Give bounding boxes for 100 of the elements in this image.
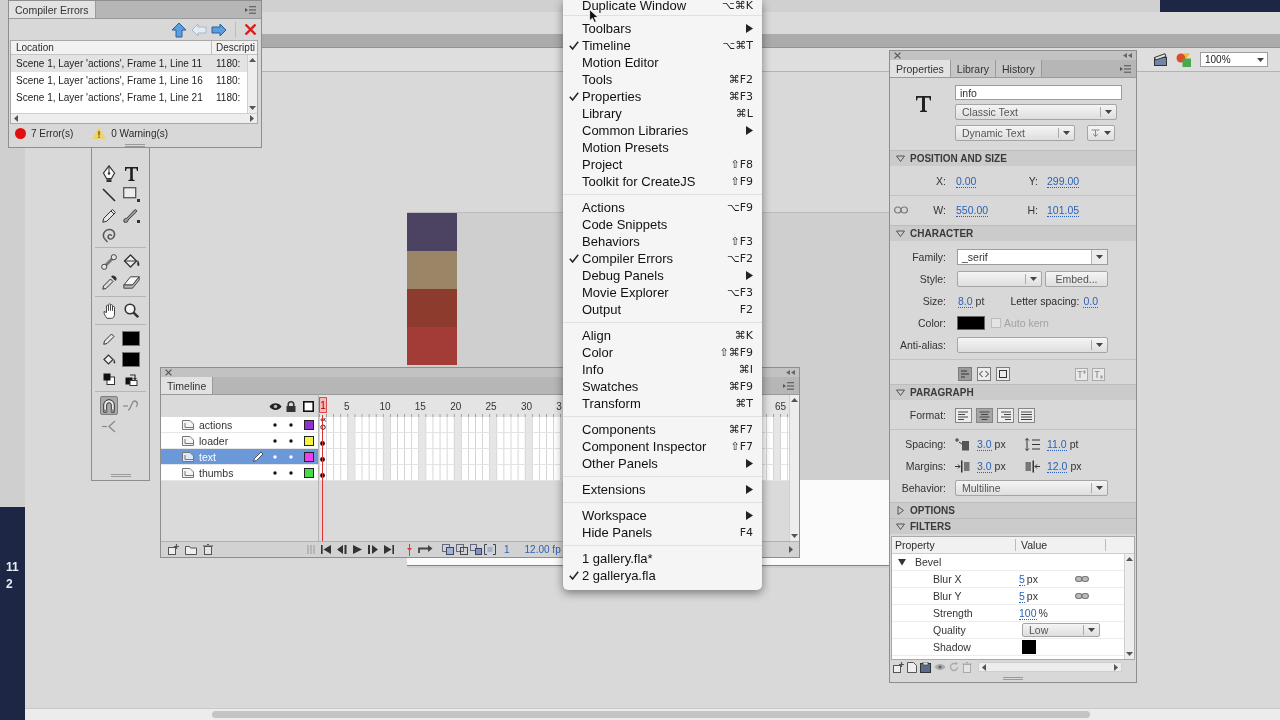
menu-item[interactable]: Component Inspector ⇧F7 xyxy=(563,438,762,455)
justify-icon[interactable] xyxy=(1018,407,1035,423)
close-icon[interactable] xyxy=(165,369,172,376)
text-orientation-dropdown[interactable] xyxy=(1087,125,1115,141)
frame-rate[interactable]: 12.00 fp xyxy=(524,544,561,555)
scrollbar-thumb[interactable] xyxy=(212,711,1090,718)
numeric-value[interactable]: 3.0 xyxy=(977,459,992,473)
section-header[interactable]: POSITION AND SIZE xyxy=(890,150,1136,166)
collapse-icon[interactable] xyxy=(786,370,795,375)
behavior-dropdown[interactable]: Multiline xyxy=(955,480,1108,496)
property-row[interactable]: Shadow xyxy=(892,639,1124,656)
default-colors-icon[interactable] xyxy=(103,373,115,385)
menu-item[interactable]: Extensions xyxy=(563,481,762,498)
magnifier-icon[interactable] xyxy=(123,303,139,318)
loop-icon[interactable] xyxy=(418,545,433,554)
layer-color-square[interactable] xyxy=(304,467,314,478)
numeric-value[interactable]: 0.00 xyxy=(956,174,977,188)
scroll-up-icon[interactable] xyxy=(1126,557,1133,561)
playhead-marker[interactable]: 1 xyxy=(319,397,327,413)
numeric-value[interactable]: 299.00 xyxy=(1047,174,1080,188)
scroll-down-icon[interactable] xyxy=(1126,652,1133,656)
menu-item[interactable]: Swatches ⌘F9 xyxy=(563,378,762,395)
right-margin-icon[interactable] xyxy=(1025,459,1040,473)
property-row[interactable]: Blur Y 5 px xyxy=(892,588,1124,605)
menu-item[interactable]: Compiler Errors ⌥F2 xyxy=(563,250,762,267)
numeric-value[interactable]: 12.0 xyxy=(1047,459,1068,473)
line-spacing-icon[interactable] xyxy=(1025,437,1040,451)
layer-row[interactable]: actions xyxy=(161,417,318,433)
swirl-icon[interactable] xyxy=(101,227,117,243)
dot-icon[interactable] xyxy=(273,438,277,443)
menu-item[interactable]: Info ⌘I xyxy=(563,361,762,378)
bracket-icon[interactable] xyxy=(484,544,496,555)
scroll-right-icon[interactable] xyxy=(789,546,793,553)
align-center-icon[interactable] xyxy=(976,407,993,423)
column-header[interactable]: Descripti xyxy=(216,42,255,53)
menu-item[interactable]: Color ⇧⌘F9 xyxy=(563,344,762,361)
new-page-icon[interactable] xyxy=(893,661,904,673)
scroll-right-icon[interactable] xyxy=(1114,663,1118,671)
grip-icon[interactable] xyxy=(307,545,315,554)
scroll-up-icon[interactable] xyxy=(249,58,256,62)
new-layer-icon[interactable] xyxy=(168,544,179,555)
scroll-left-icon[interactable] xyxy=(14,115,18,122)
dot-icon[interactable] xyxy=(289,422,293,427)
panel-tab[interactable]: Library xyxy=(950,60,996,77)
panel-tab[interactable]: Properties xyxy=(890,60,951,77)
menu-item[interactable]: Properties ⌘F3 xyxy=(563,88,762,105)
column-header[interactable]: Property xyxy=(895,539,935,551)
multi-frame-icon[interactable] xyxy=(470,544,482,555)
column-header[interactable]: Location xyxy=(16,42,54,53)
horizontal-scrollbar[interactable] xyxy=(978,662,1122,672)
pen-icon[interactable] xyxy=(102,165,116,182)
layer-row[interactable]: thumbs xyxy=(161,465,318,481)
column-header[interactable]: Value xyxy=(1021,539,1048,551)
menu-item[interactable]: Duplicate Window ⌥⌘K xyxy=(563,0,762,11)
menu-item[interactable]: Movie Explorer ⌥F3 xyxy=(563,284,762,301)
menu-item[interactable]: 1 gallery.fla* xyxy=(563,550,762,567)
text-tool-icon[interactable] xyxy=(124,166,138,181)
color-swatch[interactable] xyxy=(1022,640,1036,654)
numeric-value[interactable]: 0.0 xyxy=(1083,294,1098,308)
menu-item[interactable]: Toolbars xyxy=(563,20,762,37)
pencil-icon[interactable] xyxy=(101,208,117,223)
panel-menu-icon[interactable] xyxy=(783,381,794,390)
border-icon[interactable] xyxy=(996,367,1010,381)
property-row[interactable]: Quality Low xyxy=(892,622,1124,639)
outline-square-icon[interactable] xyxy=(303,400,314,412)
panel-tab[interactable]: Timeline xyxy=(161,377,214,394)
trash-icon[interactable] xyxy=(203,544,213,555)
page-icon[interactable] xyxy=(907,661,917,673)
eraser-icon[interactable] xyxy=(122,276,140,289)
onion-skin-icon[interactable] xyxy=(442,544,454,555)
scroll-left-icon[interactable] xyxy=(982,663,986,671)
numeric-value[interactable]: 5 xyxy=(1019,589,1025,603)
panel-tab[interactable]: Compiler Errors xyxy=(9,1,96,18)
panel-menu-icon[interactable] xyxy=(245,5,256,14)
resize-grip-icon[interactable] xyxy=(125,143,145,147)
hand-icon[interactable] xyxy=(102,302,116,319)
dot-icon[interactable] xyxy=(289,454,293,459)
chain-link-icon[interactable] xyxy=(894,205,908,215)
onion-outline-icon[interactable] xyxy=(456,544,468,555)
line-icon[interactable] xyxy=(102,187,116,202)
vertical-scrollbar[interactable] xyxy=(1124,554,1134,659)
menu-item[interactable]: Hide Panels F4 xyxy=(563,524,762,541)
swap-colors-icon[interactable] xyxy=(124,372,138,386)
dot-icon[interactable] xyxy=(289,438,293,443)
numeric-value[interactable]: 3.0 xyxy=(977,437,992,451)
menu-item[interactable]: Transform ⌘T xyxy=(563,395,762,412)
property-row[interactable]: Blur X 5 px xyxy=(892,571,1124,588)
section-header[interactable]: FILTERS xyxy=(890,518,1136,534)
scroll-right-icon[interactable] xyxy=(250,115,254,122)
collapse-icon[interactable] xyxy=(1123,53,1132,58)
chain-link-icon[interactable] xyxy=(1075,592,1089,600)
brush-icon[interactable] xyxy=(122,208,140,223)
horizontal-scrollbar[interactable] xyxy=(11,113,257,123)
shapes-icon[interactable] xyxy=(1176,52,1191,67)
scroll-up-icon[interactable] xyxy=(791,398,798,402)
section-header[interactable]: CHARACTER xyxy=(890,225,1136,241)
instance-name-field[interactable]: info xyxy=(955,85,1122,100)
menu-item[interactable]: Timeline ⌥⌘T xyxy=(563,37,762,54)
table-row[interactable]: Scene 1, Layer 'actions', Frame 1, Line 11 1180: xyxy=(11,55,247,72)
resize-grip-icon[interactable] xyxy=(1003,676,1023,680)
